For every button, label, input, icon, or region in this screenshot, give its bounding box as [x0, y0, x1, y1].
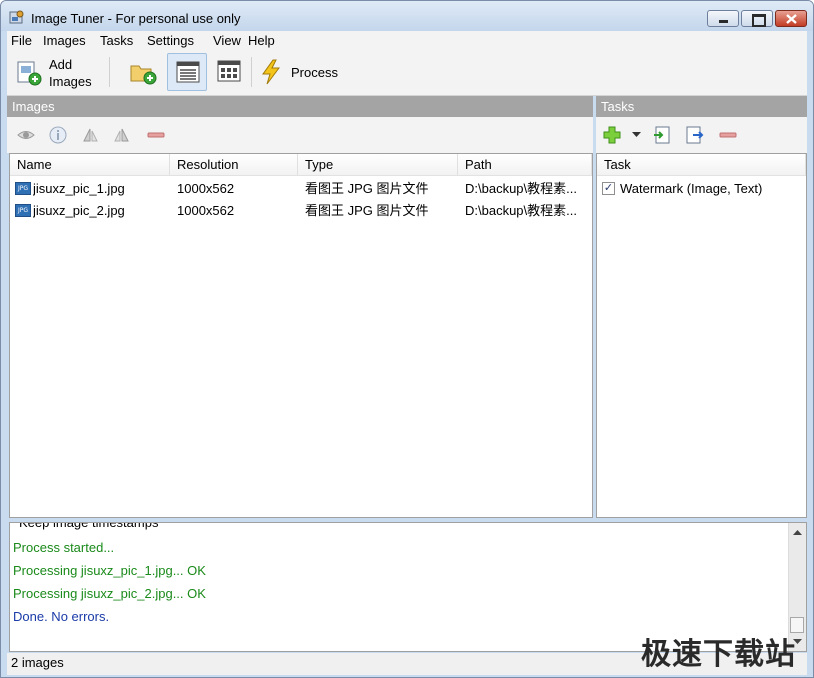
add-images-label-1: Add — [49, 57, 73, 72]
remove-task-icon[interactable] — [719, 126, 737, 144]
import-task-icon[interactable] — [653, 126, 671, 144]
process-label: Process — [291, 65, 338, 80]
thumbnail-view-icon — [217, 60, 241, 82]
status-text: 2 images — [11, 655, 64, 670]
log-line: Processing jisuxz_pic_1.jpg... OK — [13, 563, 206, 578]
process-button[interactable]: Process — [255, 53, 347, 91]
export-task-icon[interactable] — [686, 126, 704, 144]
menu-tasks[interactable]: Tasks — [100, 33, 133, 48]
log-line: Processing jisuxz_pic_2.jpg... OK — [13, 586, 206, 601]
close-icon — [786, 14, 797, 24]
add-images-label-2: Images — [49, 74, 92, 89]
close-button[interactable] — [775, 10, 807, 27]
remove-image-icon[interactable] — [147, 126, 165, 144]
preview-eye-icon[interactable] — [17, 126, 35, 144]
toolbar-separator — [109, 57, 110, 87]
tasks-list[interactable]: Task ✓ Watermark (Image, Text) — [596, 153, 807, 518]
log-line: Process started... — [13, 540, 115, 555]
tasks-panel-toolbar — [596, 117, 807, 153]
column-header-path[interactable]: Path — [458, 154, 592, 176]
log-line: Keep image timestamps — [19, 522, 159, 530]
column-header-task[interactable]: Task — [597, 154, 806, 176]
site-watermark: 极速下载站 — [641, 637, 796, 672]
cell-name: jisuxz_pic_1.jpg — [33, 181, 125, 196]
minimize-button[interactable] — [707, 10, 739, 27]
add-image-icon — [17, 61, 42, 86]
column-header-resolution[interactable]: Resolution — [170, 154, 298, 176]
column-header-type[interactable]: Type — [298, 154, 458, 176]
log-line: Done. No errors. — [13, 609, 110, 624]
cell-resolution: 1000x562 — [177, 203, 235, 218]
maximize-icon — [752, 14, 766, 27]
list-view-icon — [176, 61, 200, 83]
column-header-name[interactable]: Name — [10, 154, 170, 176]
scroll-up-icon[interactable] — [793, 529, 802, 535]
cell-path: D:\backup\教程素... — [465, 181, 577, 196]
cell-resolution: 1000x562 — [177, 181, 235, 196]
task-item[interactable]: ✓ Watermark (Image, Text) — [597, 178, 806, 199]
add-folder-icon — [130, 65, 157, 85]
menu-help[interactable]: Help — [248, 33, 275, 48]
images-panel-toolbar — [7, 117, 593, 153]
menu-file[interactable]: File — [11, 33, 32, 48]
rotate-right-icon[interactable] — [113, 126, 131, 144]
jpg-file-icon: JPG — [15, 204, 31, 217]
list-view-button[interactable] — [167, 53, 207, 91]
menu-settings[interactable]: Settings — [147, 33, 194, 48]
menu-images[interactable]: Images — [43, 33, 86, 48]
title-bar[interactable]: Image Tuner - For personal use only — [1, 1, 813, 31]
cell-type: 看图王 JPG 图片文件 — [305, 203, 429, 218]
table-row[interactable]: JPG jisuxz_pic_2.jpg 1000x562 看图王 JPG 图片… — [10, 200, 592, 221]
tasks-panel-header: Tasks — [596, 96, 807, 117]
task-label: Watermark (Image, Text) — [620, 181, 763, 196]
minimize-icon — [719, 20, 728, 23]
add-images-button[interactable]: Add Images — [11, 53, 101, 91]
cell-name: jisuxz_pic_2.jpg — [33, 203, 125, 218]
maximize-button[interactable] — [741, 10, 773, 27]
images-panel-header: Images — [7, 96, 593, 117]
task-checkbox[interactable]: ✓ — [602, 182, 615, 195]
rotate-left-icon[interactable] — [81, 126, 99, 144]
add-task-icon[interactable] — [603, 126, 621, 144]
toolbar-separator — [251, 57, 252, 87]
cell-type: 看图王 JPG 图片文件 — [305, 181, 429, 196]
lightning-icon — [262, 59, 280, 85]
thumbnail-view-button[interactable] — [211, 53, 247, 91]
menu-view[interactable]: View — [213, 33, 241, 48]
main-toolbar: Add Images Process — [7, 51, 807, 96]
app-window: Image Tuner - For personal use only File… — [0, 0, 814, 678]
add-folder-button[interactable] — [125, 53, 159, 91]
menu-bar: File Images Tasks Settings View Help — [7, 31, 807, 51]
info-icon[interactable] — [49, 126, 67, 144]
app-icon — [9, 10, 24, 24]
images-list[interactable]: Name Resolution Type Path JPG jisuxz_pic… — [9, 153, 593, 518]
dropdown-arrow-icon[interactable] — [632, 132, 641, 138]
cell-path: D:\backup\教程素... — [465, 203, 577, 218]
jpg-file-icon: JPG — [15, 182, 31, 195]
window-title: Image Tuner - For personal use only — [31, 11, 241, 26]
table-row[interactable]: JPG jisuxz_pic_1.jpg 1000x562 看图王 JPG 图片… — [10, 178, 592, 199]
